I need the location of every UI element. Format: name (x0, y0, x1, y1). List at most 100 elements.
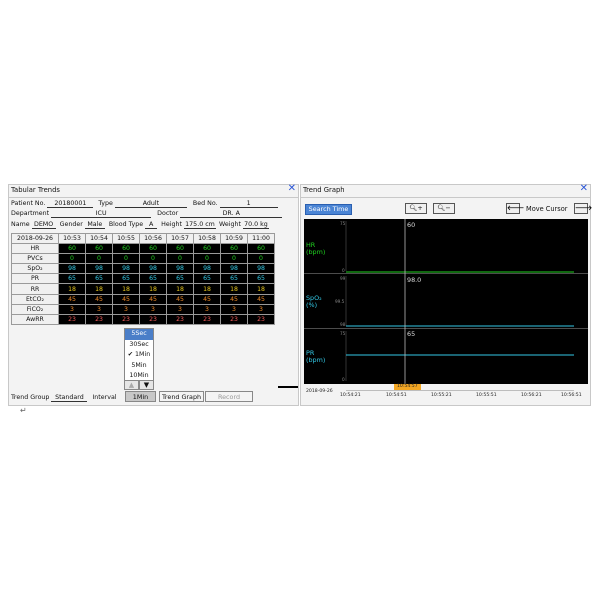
check-icon: ✔ (127, 351, 136, 358)
scroll-up-icon[interactable]: ▲ (124, 380, 139, 390)
param-value-cell: 18 (85, 283, 113, 295)
param-value-cell: 3 (220, 303, 248, 315)
table-time-cell: 10:57 (166, 232, 194, 245)
dropdown-scroll-arrows: ▲ ▼ (124, 380, 154, 390)
table-row: RR 18 18 18 18 18 18 18 18 (11, 283, 275, 295)
patient-info-row-3: Name DEMO Gender Male Blood Type A Heigh… (11, 221, 269, 229)
param-value-cell: 45 (166, 293, 194, 305)
arrow-left-icon: 🡐 (507, 204, 525, 212)
param-value-cell: 3 (112, 303, 140, 315)
param-value-cell: 45 (85, 293, 113, 305)
param-label-cell: HR (11, 243, 59, 255)
param-value-cell: 3 (139, 303, 167, 315)
interval-option-5sec[interactable]: 5Sec (125, 329, 153, 340)
trend-graph-area[interactable]: HR (bpm) SpO₂ (%) PR (bpm) 60 98.0 65 75 0 … (304, 219, 588, 384)
trend-graph-title: Trend Graph (303, 186, 345, 194)
trend-graph-button[interactable]: Trend Graph (159, 391, 204, 402)
param-value-cell: 18 (58, 283, 86, 295)
table-row: SpO₂ 98 98 98 98 98 98 98 98 (11, 263, 275, 275)
interval-dropdown[interactable]: 5Sec 30Sec ✔ 1Min 5Min 10Min (124, 328, 154, 383)
patient-info-row-1: Patient No. 20180001 Type Adult Bed No. … (11, 200, 278, 208)
gender-value: Male (84, 221, 105, 229)
zoom-out-button[interactable]: 🔍︎− (433, 203, 455, 214)
hr-cursor-value: 60 (407, 221, 416, 229)
interval-option-30sec[interactable]: 30Sec (125, 340, 153, 351)
param-value-cell: 98 (112, 263, 140, 275)
trend-graph-svg (304, 219, 588, 384)
param-label-cell: RR (11, 283, 59, 295)
pr-tick: 0 (342, 377, 345, 382)
interval-option-5min[interactable]: 5Min (125, 361, 153, 372)
table-time-cell: 10:54 (85, 232, 113, 245)
patient-info-row-2: Department ICU Doctor DR. A (11, 210, 283, 218)
scroll-bar[interactable] (278, 386, 298, 388)
x-tick-label: 10:55:21 (431, 393, 452, 398)
param-value-cell: 98 (247, 263, 275, 275)
move-cursor-label: Move Cursor (526, 205, 568, 213)
x-tick-label: 10:54:51 (386, 393, 407, 398)
cursor-left-button[interactable]: 🡐 (506, 203, 524, 214)
param-value-cell: 45 (247, 293, 275, 305)
table-time-cell: 10:53 (58, 232, 86, 245)
record-button[interactable]: Record (205, 391, 253, 402)
param-value-cell: 23 (112, 313, 140, 325)
param-value-cell: 60 (58, 243, 86, 255)
cursor-time-badge: 10:54:57 (394, 384, 421, 390)
param-label-cell: EtCO₂ (11, 293, 59, 305)
pr-graph-label: PR (bpm) (306, 349, 326, 364)
department-value: ICU (51, 210, 152, 218)
interval-option-1min[interactable]: ✔ 1Min (125, 350, 153, 361)
param-value-cell: 98 (139, 263, 167, 275)
scroll-down-icon[interactable]: ▼ (139, 380, 154, 390)
patient-no-value: 20180001 (47, 200, 94, 208)
param-value-cell: 0 (247, 253, 275, 265)
param-value-cell: 98 (166, 263, 194, 275)
param-value-cell: 60 (193, 243, 221, 255)
param-value-cell: 0 (193, 253, 221, 265)
x-tick-label: 10:56:21 (521, 393, 542, 398)
param-value-cell: 3 (193, 303, 221, 315)
param-value-cell: 98 (85, 263, 113, 275)
table-row: EtCO₂ 45 45 45 45 45 45 45 45 (11, 293, 275, 305)
cursor-right-button[interactable]: 🡒 (574, 203, 592, 214)
time-axis-date: 2018-09-26 (306, 389, 333, 394)
param-value-cell: 45 (139, 293, 167, 305)
param-label-cell: PR (11, 273, 59, 285)
search-time-button[interactable]: Search Time (305, 204, 352, 215)
param-value-cell: 60 (112, 243, 140, 255)
param-value-cell: 23 (193, 313, 221, 325)
pr-cursor-value: 65 (407, 330, 416, 338)
spo2-tick: 99.5 (335, 299, 345, 304)
param-value-cell: 45 (112, 293, 140, 305)
close-icon[interactable]: ✕ (288, 184, 296, 194)
param-value-cell: 3 (247, 303, 275, 315)
height-value: 175.0 cm (183, 221, 216, 229)
param-value-cell: 3 (85, 303, 113, 315)
param-value-cell: 60 (85, 243, 113, 255)
divider (301, 197, 590, 198)
type-value: Adult (114, 200, 187, 208)
param-value-cell: 18 (166, 283, 194, 295)
hr-graph-label: HR (bpm) (306, 241, 326, 256)
table-row: PVCs 0 0 0 0 0 0 0 0 (11, 253, 275, 265)
param-value-cell: 45 (58, 293, 86, 305)
trend-table: 2018-09-26 10:53 10:54 10:55 10:56 10:57… (11, 232, 275, 325)
param-value-cell: 65 (166, 273, 194, 285)
table-row: PR 65 65 65 65 65 65 65 65 (11, 273, 275, 285)
time-axis: 10:54:57 2018-09-26 10:54:21 10:54:51 10… (304, 384, 588, 404)
table-time-cell: 10:59 (220, 232, 248, 245)
x-tick-label: 10:54:21 (340, 393, 361, 398)
hr-tick: 0 (342, 268, 345, 273)
spo2-graph-label: SpO₂ (%) (306, 294, 322, 309)
param-value-cell: 98 (193, 263, 221, 275)
interval-select[interactable]: 1Min (125, 391, 156, 402)
close-icon[interactable]: ✕ (580, 184, 588, 194)
zoom-in-button[interactable]: 🔍︎+ (405, 203, 427, 214)
trend-group-value[interactable]: Standard (51, 394, 88, 402)
x-tick-label: 10:56:51 (561, 393, 582, 398)
param-label-cell: PVCs (11, 253, 59, 265)
table-time-cell: 11:00 (247, 232, 275, 245)
divider (9, 197, 298, 198)
return-glyph: ↵ (20, 406, 27, 415)
param-value-cell: 45 (193, 293, 221, 305)
